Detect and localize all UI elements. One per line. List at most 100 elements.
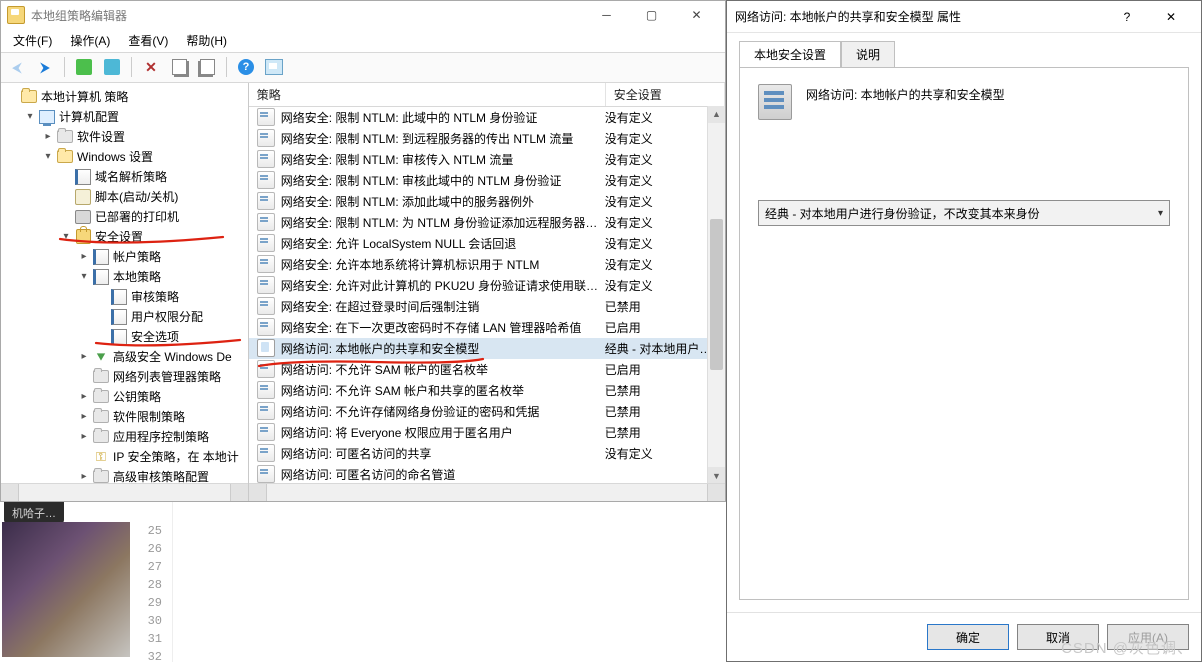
dialog-close-button[interactable]: ✕ <box>1149 3 1193 30</box>
dialog-tabs: 本地安全设置 说明 <box>739 41 1189 68</box>
policy-row[interactable]: 网络安全: 允许本地系统将计算机标识用于 NTLM没有定义 <box>249 254 725 275</box>
tree-label: 本地策略 <box>111 268 161 285</box>
tree-label: 软件限制策略 <box>111 408 185 425</box>
tree-software-restriction[interactable]: ▸ 软件限制策略 <box>77 407 248 427</box>
tree-account-policies[interactable]: ▸ 帐户策略 <box>77 247 248 267</box>
scroll-up-icon[interactable]: ▲ <box>708 106 725 123</box>
tree-label: IP 安全策略，在 本地计 <box>111 448 239 465</box>
menu-file[interactable]: 文件(F) <box>7 30 58 51</box>
refresh-button[interactable] <box>195 55 219 79</box>
tree-local-policies[interactable]: ▾ 本地策略 <box>77 267 248 287</box>
policy-row[interactable]: 网络安全: 允许对此计算机的 PKU2U 身份验证请求使用联…没有定义 <box>249 275 725 296</box>
folder-icon <box>93 429 109 445</box>
scroll-down-icon[interactable]: ▼ <box>708 467 725 484</box>
expand-icon[interactable]: ▸ <box>77 351 91 362</box>
up-button[interactable] <box>72 55 96 79</box>
policy-row[interactable]: 网络访问: 不允许存储网络身份验证的密码和凭据已禁用 <box>249 401 725 422</box>
policy-row[interactable]: 网络安全: 限制 NTLM: 此域中的 NTLM 身份验证没有定义 <box>249 107 725 128</box>
tree-scripts[interactable]: 脚本(启动/关机) <box>59 187 248 207</box>
menu-help[interactable]: 帮助(H) <box>180 30 233 51</box>
apply-button[interactable]: 应用(A) <box>1107 624 1189 650</box>
tab-explain[interactable]: 说明 <box>841 41 895 68</box>
policy-row[interactable]: 网络安全: 在超过登录时间后强制注销已禁用 <box>249 296 725 317</box>
expand-icon[interactable]: ▸ <box>77 471 91 482</box>
tree-audit-policy[interactable]: 审核策略 <box>95 287 248 307</box>
policy-row[interactable]: 网络访问: 可匿名访问的命名管道 <box>249 464 725 485</box>
dialog-help-button[interactable]: ? <box>1105 3 1149 30</box>
collapse-icon[interactable]: ▾ <box>77 271 91 282</box>
cancel-button[interactable]: 取消 <box>1017 624 1099 650</box>
collapse-icon[interactable]: ▾ <box>59 231 73 242</box>
props-button[interactable] <box>100 55 124 79</box>
nav-back-button[interactable]: ⮜ <box>5 55 29 79</box>
policy-row-icon <box>257 465 275 483</box>
tree-security-options[interactable]: 安全选项 <box>95 327 248 347</box>
policy-name: 网络访问: 可匿名访问的命名管道 <box>281 466 599 483</box>
tree-user-rights[interactable]: 用户权限分配 <box>95 307 248 327</box>
policy-row[interactable]: 网络访问: 将 Everyone 权限应用于匿名用户已禁用 <box>249 422 725 443</box>
col-policy[interactable]: 策略 <box>249 83 606 106</box>
tree-computer-config[interactable]: ▾ 计算机配置 <box>23 107 248 127</box>
policy-row[interactable]: 网络安全: 限制 NTLM: 到远程服务器的传出 NTLM 流量没有定义 <box>249 128 725 149</box>
close-button[interactable]: ✕ <box>674 3 719 28</box>
policy-row[interactable]: 网络安全: 限制 NTLM: 为 NTLM 身份验证添加远程服务器…没有定义 <box>249 212 725 233</box>
tree-nlm-policies[interactable]: 网络列表管理器策略 <box>77 367 248 387</box>
policy-row[interactable]: 网络安全: 允许 LocalSystem NULL 会话回退没有定义 <box>249 233 725 254</box>
menu-action[interactable]: 操作(A) <box>64 30 116 51</box>
tree-windows-settings[interactable]: ▾ Windows 设置 <box>41 147 248 167</box>
collapse-icon[interactable]: ▾ <box>23 111 37 122</box>
policy-value: 已禁用 <box>605 403 717 420</box>
help-button[interactable]: ? <box>234 55 258 79</box>
preview-button[interactable] <box>262 55 286 79</box>
tree-root[interactable]: 本地计算机 策略 <box>5 87 248 107</box>
tree-printers[interactable]: 已部署的打印机 <box>59 207 248 227</box>
collapse-icon[interactable]: ▾ <box>41 151 55 162</box>
tree-name-resolution[interactable]: 域名解析策略 <box>59 167 248 187</box>
sharing-model-combo[interactable]: 经典 - 对本地用户进行身份验证，不改变其本来身份 ▾ <box>758 200 1170 226</box>
scroll-icon <box>75 189 91 205</box>
nav-forward-button[interactable]: ⮞ <box>33 55 57 79</box>
tab-local-setting[interactable]: 本地安全设置 <box>739 41 841 68</box>
expand-icon[interactable]: ▸ <box>41 131 55 142</box>
expand-icon[interactable]: ▸ <box>77 251 91 262</box>
editor-tab[interactable]: 机哈子… <box>4 502 64 524</box>
tree-label: 网络列表管理器策略 <box>111 368 221 385</box>
code-area[interactable] <box>173 502 726 662</box>
tree-scroll[interactable]: 本地计算机 策略 ▾ 计算机配置 <box>1 83 248 484</box>
policy-row[interactable]: 网络访问: 不允许 SAM 帐户的匿名枚举已启用 <box>249 359 725 380</box>
list-vscrollbar[interactable]: ▲ ▼ <box>707 106 725 484</box>
expand-icon[interactable]: ▸ <box>77 391 91 402</box>
line-number: 27 <box>130 558 172 576</box>
tree-public-key[interactable]: ▸ 公钥策略 <box>77 387 248 407</box>
policy-value: 已启用 <box>605 319 717 336</box>
policy-row[interactable]: 网络安全: 限制 NTLM: 添加此域中的服务器例外没有定义 <box>249 191 725 212</box>
tree-hscrollbar[interactable] <box>1 483 248 501</box>
policy-name: 网络访问: 可匿名访问的共享 <box>281 445 599 462</box>
work-area: 本地计算机 策略 ▾ 计算机配置 <box>1 83 725 501</box>
tree-app-control[interactable]: ▸ 应用程序控制策略 <box>77 427 248 447</box>
tree-software-settings[interactable]: ▸ 软件设置 <box>41 127 248 147</box>
menu-view[interactable]: 查看(V) <box>122 30 174 51</box>
col-setting[interactable]: 安全设置 <box>606 83 725 106</box>
policy-row[interactable]: 网络安全: 在下一次更改密码时不存储 LAN 管理器哈希值已启用 <box>249 317 725 338</box>
policy-row[interactable]: 网络安全: 限制 NTLM: 审核传入 NTLM 流量没有定义 <box>249 149 725 170</box>
list-hscrollbar[interactable] <box>249 483 725 501</box>
policy-row[interactable]: 网络安全: 限制 NTLM: 审核此域中的 NTLM 身份验证没有定义 <box>249 170 725 191</box>
expand-icon[interactable]: ▸ <box>77 411 91 422</box>
tree-adv-firewall[interactable]: ▸ 高级安全 Windows De <box>77 347 248 367</box>
policy-row[interactable]: 网络访问: 可匿名访问的共享没有定义 <box>249 443 725 464</box>
tree-security-settings[interactable]: ▾ 安全设置 <box>59 227 248 247</box>
tree-adv-audit[interactable]: ▸ 高级审核策略配置 <box>77 467 248 484</box>
expand-icon[interactable]: ▸ <box>77 431 91 442</box>
delete-button[interactable]: ✕ <box>139 55 163 79</box>
scroll-thumb[interactable] <box>710 219 723 370</box>
minimize-button[interactable]: ─ <box>584 3 629 28</box>
policy-row[interactable]: 网络访问: 不允许 SAM 帐户和共享的匿名枚举已禁用 <box>249 380 725 401</box>
tree-ipsec[interactable]: IP 安全策略，在 本地计 <box>77 447 248 467</box>
policy-row[interactable]: 网络访问: 本地帐户的共享和安全模型经典 - 对本地用户进行 <box>249 338 725 359</box>
maximize-button[interactable]: ▢ <box>629 3 674 28</box>
line-number: 31 <box>130 630 172 648</box>
list-rows[interactable]: 网络安全: 限制 NTLM: 此域中的 NTLM 身份验证没有定义网络安全: 限… <box>249 107 725 501</box>
export-button[interactable] <box>167 55 191 79</box>
ok-button[interactable]: 确定 <box>927 624 1009 650</box>
